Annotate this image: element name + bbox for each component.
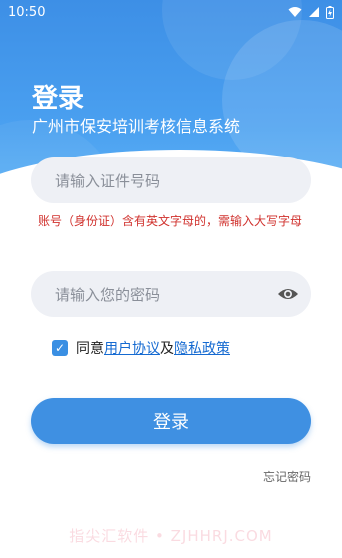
wifi-icon [288,7,302,17]
battery-icon [326,5,334,19]
status-time: 10:50 [8,4,46,20]
password-input[interactable]: 请输入您的密码 [31,271,311,317]
agreement-row: ✓ 同意 用户协议 及 隐私政策 [52,338,230,358]
id-number-placeholder: 请输入证件号码 [55,171,161,190]
page-title: 登录 [32,84,85,114]
status-bar: 10:50 [0,0,342,24]
forgot-password-link[interactable]: 忘记密码 [263,468,311,485]
system-name: 广州市保安培训考核信息系统 [32,117,241,136]
login-button[interactable]: 登录 [31,398,311,444]
watermark: 指尖汇软件 • ZJHHRJ.COM [69,527,273,545]
signal-icon [309,7,319,17]
agree-and: 及 [160,341,174,357]
id-number-input[interactable]: 请输入证件号码 [31,157,311,203]
privacy-policy-link[interactable]: 隐私政策 [174,338,230,358]
agree-prefix: 同意 [76,341,104,357]
user-agreement-link[interactable]: 用户协议 [104,338,160,358]
status-icons [288,5,334,19]
uppercase-warning: 账号（身份证）含有英文字母的，需输入大写字母 [38,214,303,228]
password-placeholder: 请输入您的密码 [55,285,161,304]
eye-icon[interactable] [277,286,299,302]
agree-checkbox[interactable]: ✓ [52,340,68,356]
